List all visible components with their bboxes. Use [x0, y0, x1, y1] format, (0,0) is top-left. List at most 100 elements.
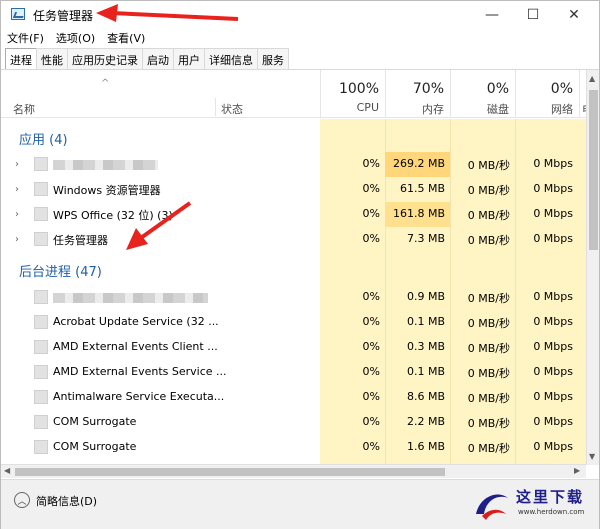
- header-cpu-percent: 100%: [338, 81, 379, 97]
- cpu-cell: 0%: [362, 365, 380, 378]
- blurred-process-name: [53, 293, 208, 303]
- expand-chevron-icon[interactable]: ›: [15, 159, 19, 170]
- tab-users[interactable]: 用户: [173, 48, 205, 69]
- expand-chevron-icon[interactable]: ›: [15, 184, 19, 195]
- process-icon: [34, 415, 48, 429]
- group-header-background[interactable]: 后台进程 (47): [1, 257, 586, 282]
- task-manager-window: 任务管理器 — ☐ ✕ 文件(F) 选项(O) 查看(V) 进程 性能 应用历史…: [0, 0, 600, 529]
- close-button[interactable]: ✕: [555, 3, 593, 27]
- table-row[interactable]: › 0% 269.2 MB 0 MB/秒 0 Mbps: [1, 152, 586, 177]
- tab-startup[interactable]: 启动: [142, 48, 174, 69]
- table-row[interactable]: › Windows 资源管理器 0% 61.5 MB 0 MB/秒 0 Mbps: [1, 177, 586, 202]
- process-name: Windows 资源管理器: [53, 184, 161, 197]
- process-name: Antimalware Service Executa...: [53, 390, 225, 403]
- header-disk-percent: 0%: [486, 81, 509, 97]
- collapse-chevron-icon[interactable]: ︿: [14, 492, 30, 508]
- network-cell: 0 Mbps: [533, 157, 573, 170]
- cpu-cell: 0%: [362, 290, 380, 303]
- memory-cell: 0.1 MB: [406, 365, 445, 378]
- header-memory[interactable]: 70% 内存: [385, 70, 450, 118]
- process-icon: [34, 290, 48, 304]
- expand-chevron-icon[interactable]: ›: [15, 209, 19, 220]
- menu-view[interactable]: 查看(V): [101, 29, 151, 47]
- maximize-button[interactable]: ☐: [514, 3, 552, 27]
- memory-cell: 0.1 MB: [406, 315, 445, 328]
- header-power[interactable]: 电: [579, 70, 586, 118]
- disk-cell: 0 MB/秒: [467, 417, 510, 430]
- group-title: 应用 (4): [19, 133, 68, 148]
- header-separator[interactable]: [215, 98, 216, 116]
- group-header-apps[interactable]: 应用 (4): [1, 125, 586, 150]
- table-row[interactable]: 0% 0.9 MB 0 MB/秒 0 Mbps: [1, 285, 586, 310]
- network-cell: 0 Mbps: [533, 340, 573, 353]
- disk-cell: 0 MB/秒: [467, 392, 510, 405]
- horizontal-scrollbar[interactable]: ◀ ▶: [1, 464, 586, 478]
- table-row[interactable]: › 任务管理器 0% 7.3 MB 0 MB/秒 0 Mbps: [1, 227, 586, 252]
- tab-details[interactable]: 详细信息: [204, 48, 258, 69]
- tab-processes[interactable]: 进程: [5, 48, 37, 70]
- disk-cell: 0 MB/秒: [467, 342, 510, 355]
- tab-performance[interactable]: 性能: [36, 48, 68, 69]
- memory-cell: 0.3 MB: [406, 340, 445, 353]
- network-cell: 0 Mbps: [533, 207, 573, 220]
- watermark-url: www.herdown.com: [518, 508, 585, 516]
- scrollbar-thumb[interactable]: [15, 468, 445, 476]
- table-row[interactable]: COM Surrogate 0% 1.6 MB 0 MB/秒 0 Mbps: [1, 435, 586, 460]
- process-name: AMD External Events Service ...: [53, 365, 227, 378]
- scrollbar-thumb[interactable]: [589, 90, 598, 250]
- fewer-details-link[interactable]: 简略信息(D): [36, 493, 97, 509]
- expand-chevron-icon[interactable]: ›: [15, 234, 19, 245]
- header-memory-percent: 70%: [412, 81, 444, 97]
- process-icon: [34, 390, 48, 404]
- network-cell: 0 Mbps: [533, 290, 573, 303]
- network-cell: 0 Mbps: [533, 415, 573, 428]
- memory-cell: 2.2 MB: [406, 415, 445, 428]
- cpu-cell: 0%: [362, 182, 380, 195]
- memory-cell: 161.8 MB: [392, 207, 445, 220]
- cpu-cell: 0%: [362, 157, 380, 170]
- memory-cell: 61.5 MB: [399, 182, 445, 195]
- scroll-right-icon[interactable]: ▶: [574, 466, 580, 475]
- header-cpu[interactable]: 100% CPU: [320, 70, 385, 118]
- table-row[interactable]: COM Surrogate 0% 2.2 MB 0 MB/秒 0 Mbps: [1, 410, 586, 435]
- scroll-up-icon[interactable]: ▲: [589, 74, 595, 83]
- menu-file[interactable]: 文件(F): [1, 29, 50, 47]
- vertical-scrollbar[interactable]: ▲ ▼: [586, 70, 599, 465]
- table-row[interactable]: › WPS Office (32 位) (3) 0% 161.8 MB 0 MB…: [1, 202, 586, 227]
- header-status[interactable]: 状态: [221, 101, 243, 117]
- cpu-cell: 0%: [362, 390, 380, 403]
- process-name: WPS Office (32 位) (3): [53, 209, 173, 222]
- tab-app-history[interactable]: 应用历史记录: [67, 48, 143, 69]
- task-manager-icon: [11, 8, 25, 20]
- minimize-button[interactable]: —: [473, 3, 511, 27]
- table-row[interactable]: AMD External Events Client ... 0% 0.3 MB…: [1, 335, 586, 360]
- watermark-text: 这里下载: [516, 488, 585, 506]
- header-network-percent: 0%: [550, 81, 573, 97]
- scroll-down-icon[interactable]: ▼: [589, 452, 595, 461]
- header-disk[interactable]: 0% 磁盘: [450, 70, 515, 118]
- process-name: Acrobat Update Service (32 ...: [53, 315, 219, 328]
- header-name[interactable]: 名称: [13, 101, 35, 117]
- app-icon: [34, 232, 48, 246]
- title-bar[interactable]: 任务管理器 — ☐ ✕: [1, 1, 599, 29]
- process-icon: [34, 315, 48, 329]
- watermark-logo-icon: [476, 494, 508, 520]
- network-cell: 0 Mbps: [533, 232, 573, 245]
- disk-cell: 0 MB/秒: [467, 184, 510, 197]
- disk-cell: 0 MB/秒: [467, 209, 510, 222]
- table-row[interactable]: Acrobat Update Service (32 ... 0% 0.1 MB…: [1, 310, 586, 335]
- header-cpu-label: CPU: [356, 101, 379, 114]
- process-list: 应用 (4) › 0% 269.2 MB 0 MB/秒 0 Mbps › Win…: [1, 119, 586, 464]
- header-network[interactable]: 0% 网络: [515, 70, 579, 118]
- sort-ascending-icon[interactable]: ^: [101, 78, 109, 89]
- network-cell: 0 Mbps: [533, 182, 573, 195]
- app-icon: [34, 157, 48, 171]
- table-row[interactable]: Antimalware Service Executa... 0% 8.6 MB…: [1, 385, 586, 410]
- app-icon: [34, 182, 48, 196]
- tab-services[interactable]: 服务: [257, 48, 289, 69]
- process-name: COM Surrogate: [53, 415, 137, 428]
- menu-options[interactable]: 选项(O): [50, 29, 101, 47]
- table-row[interactable]: AMD External Events Service ... 0% 0.1 M…: [1, 360, 586, 385]
- scroll-left-icon[interactable]: ◀: [4, 466, 10, 475]
- cpu-cell: 0%: [362, 232, 380, 245]
